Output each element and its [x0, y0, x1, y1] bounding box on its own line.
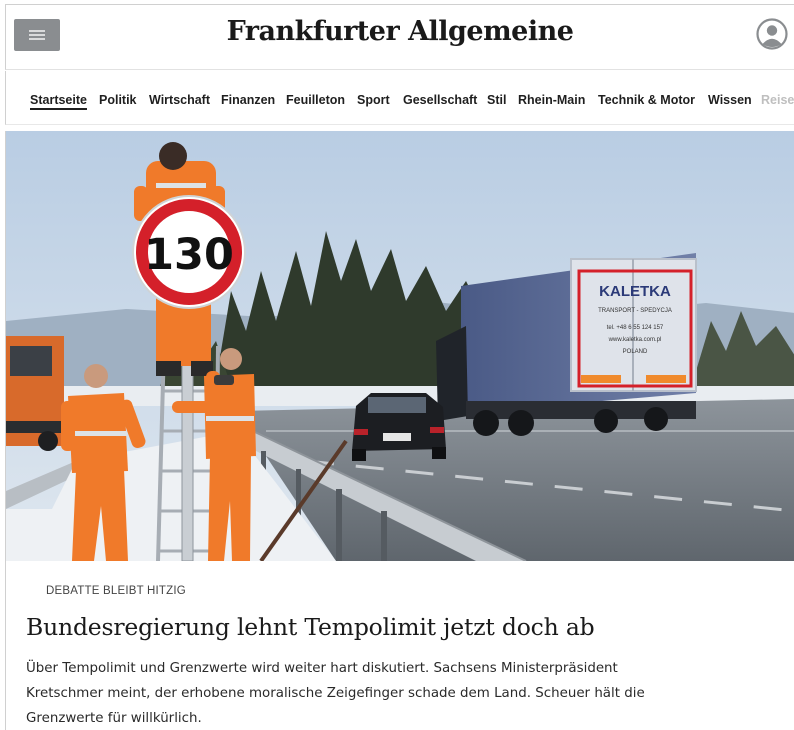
nav-item-gesellschaft[interactable]: Gesellschaft	[403, 93, 477, 107]
nav-item-stil[interactable]: Stil	[487, 93, 506, 107]
truck-brand-text: KALETKA	[599, 283, 671, 300]
nav-item-rhein-main[interactable]: Rhein-Main	[518, 93, 585, 107]
nav-item-politik[interactable]: Politik	[99, 93, 137, 107]
article-summary-line-2: Kretschmer meint, der erhobene moralisch…	[26, 686, 645, 701]
nav-item-wissen[interactable]: Wissen	[708, 93, 752, 107]
nav-item-feuilleton[interactable]: Feuilleton	[286, 93, 345, 107]
truck-web-text: www.kaletka.com.pl	[608, 337, 662, 343]
truck-tel-text: tel. +48 6 55 124 157	[607, 325, 664, 331]
nav-item-technik-motor[interactable]: Technik & Motor	[598, 93, 695, 107]
nav-item-reise[interactable]: Reise	[761, 93, 794, 107]
article-summary-line-1: Über Tempolimit und Grenzwerte wird weit…	[26, 661, 618, 676]
site-header: Frankfurter Allgemeine	[5, 4, 794, 70]
nav-item-wirtschaft[interactable]: Wirtschaft	[149, 93, 210, 107]
orange-truck	[6, 336, 68, 451]
main-navigation: Startseite Politik Wirtschaft Finanzen F…	[5, 71, 794, 125]
article-summary-line-3: Grenzwerte für willkürlich.	[26, 711, 202, 726]
nav-item-finanzen[interactable]: Finanzen	[221, 93, 275, 107]
nav-item-startseite[interactable]: Startseite	[30, 93, 87, 107]
nav-item-sport[interactable]: Sport	[357, 93, 390, 107]
article-summary: Über Tempolimit und Grenzwerte wird weit…	[26, 656, 746, 730]
site-logo[interactable]: Frankfurter Allgemeine	[6, 16, 794, 47]
article-headline[interactable]: Bundesregierung lehnt Tempolimit jetzt d…	[26, 613, 766, 641]
speed-limit-sign: 130	[132, 195, 246, 309]
hero-image[interactable]: KALETKA TRANSPORT - SPEDYCJA tel. +48 6 …	[5, 131, 794, 561]
truck-country-text: POLAND	[623, 349, 648, 355]
article-kicker: DEBATTE BLEIBT HITZIG	[46, 585, 186, 597]
user-profile-icon[interactable]	[756, 18, 788, 50]
speed-limit-value: 130	[144, 230, 234, 280]
truck-sub-text: TRANSPORT - SPEDYCJA	[598, 308, 672, 314]
article-teaser[interactable]: DEBATTE BLEIBT HITZIG Bundesregierung le…	[24, 561, 784, 730]
